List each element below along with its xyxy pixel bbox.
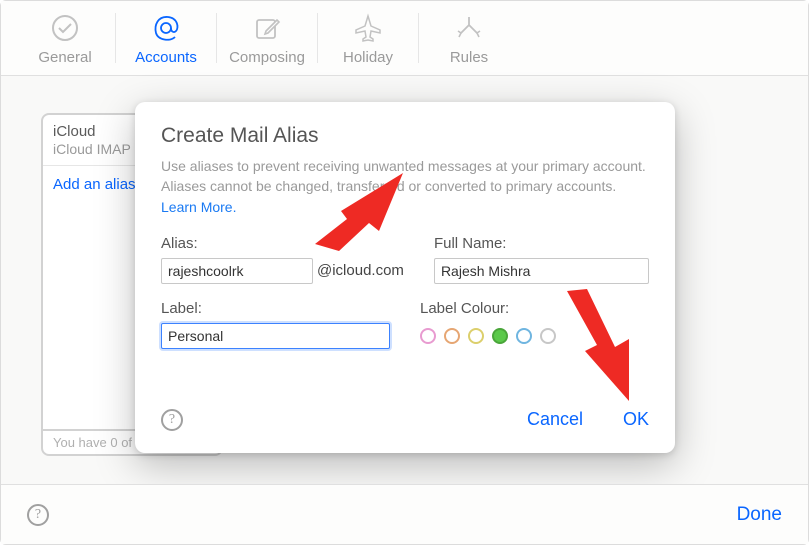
colour-swatch-pink[interactable] <box>420 328 436 344</box>
tab-composing[interactable]: Composing <box>217 1 317 76</box>
colour-swatch-blue[interactable] <box>516 328 532 344</box>
help-icon[interactable]: ? <box>161 409 183 431</box>
toolbar: General Accounts Composing Holiday <box>1 1 808 76</box>
airplane-icon <box>352 11 384 45</box>
dialog-description: Use aliases to prevent receiving unwante… <box>161 156 649 217</box>
done-button[interactable]: Done <box>737 504 782 526</box>
tab-label: General <box>38 49 91 66</box>
window-footer: ? Done <box>1 484 808 544</box>
colour-swatch-green[interactable] <box>492 328 508 344</box>
tab-label: Composing <box>229 49 305 66</box>
colour-swatch-orange[interactable] <box>444 328 460 344</box>
create-alias-dialog: Create Mail Alias Use aliases to prevent… <box>135 102 675 453</box>
at-sign-icon <box>150 11 182 45</box>
cancel-button[interactable]: Cancel <box>527 409 583 430</box>
ok-button[interactable]: OK <box>623 409 649 430</box>
help-icon[interactable]: ? <box>27 504 49 526</box>
fullname-input[interactable] <box>434 258 649 284</box>
tab-accounts[interactable]: Accounts <box>116 1 216 76</box>
fullname-label: Full Name: <box>434 235 649 252</box>
tab-label: Accounts <box>135 49 197 66</box>
preferences-window: General Accounts Composing Holiday <box>0 0 809 545</box>
branch-icon <box>454 11 484 45</box>
colour-swatch-yellow[interactable] <box>468 328 484 344</box>
colour-swatches <box>420 323 649 349</box>
tab-holiday[interactable]: Holiday <box>318 1 418 76</box>
tab-general[interactable]: General <box>15 1 115 76</box>
dialog-title: Create Mail Alias <box>161 124 649 148</box>
tab-rules[interactable]: Rules <box>419 1 519 76</box>
colour-swatch-grey[interactable] <box>540 328 556 344</box>
alias-input[interactable] <box>161 258 313 284</box>
tab-label: Holiday <box>343 49 393 66</box>
label-label: Label: <box>161 300 390 317</box>
colour-label: Label Colour: <box>420 300 649 317</box>
tab-label: Rules <box>450 49 488 66</box>
compose-icon <box>252 11 282 45</box>
learn-more-link[interactable]: Learn More. <box>161 199 236 215</box>
alias-domain: @icloud.com <box>317 262 404 279</box>
label-input[interactable] <box>161 323 390 349</box>
alias-label: Alias: <box>161 235 404 252</box>
checkmark-circle-icon <box>50 11 80 45</box>
